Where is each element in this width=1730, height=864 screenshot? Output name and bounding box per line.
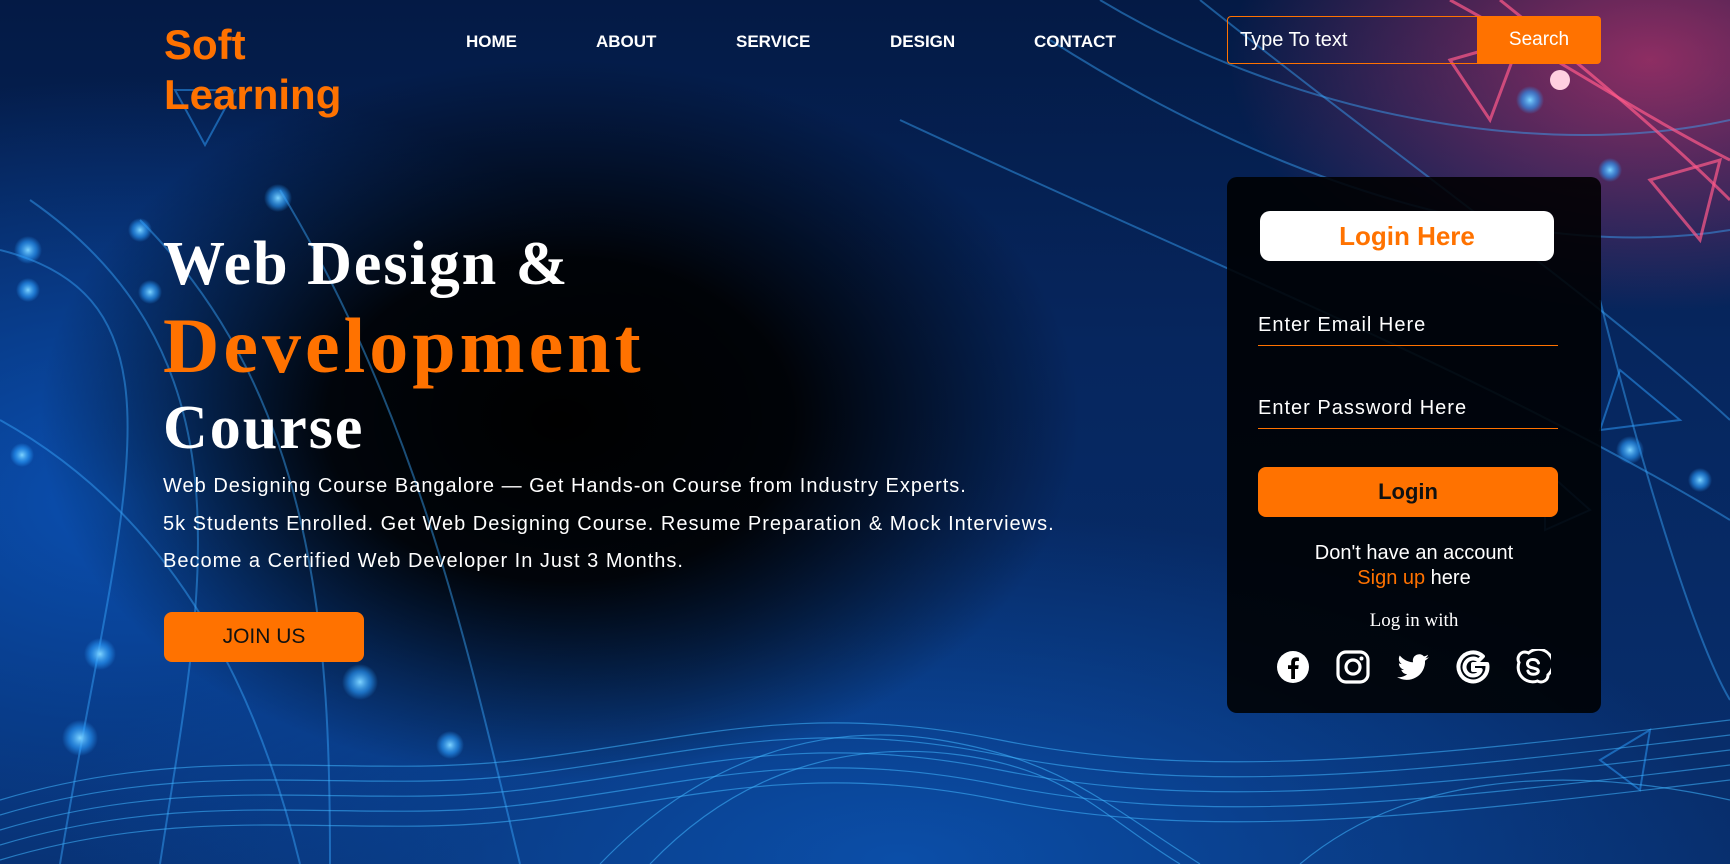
nav-about[interactable]: ABOUT: [596, 32, 656, 52]
search-button[interactable]: Search: [1477, 16, 1601, 64]
skype-icon[interactable]: [1515, 649, 1551, 685]
hero-title-line2: Development: [163, 302, 645, 389]
facebook-icon[interactable]: [1275, 649, 1311, 685]
search-bar: Search: [1227, 16, 1601, 64]
twitter-icon[interactable]: [1395, 649, 1431, 685]
login-card: Login Here Login Don't have an account S…: [1227, 177, 1601, 713]
hero-title-line1: Web Design &: [163, 230, 570, 298]
hero-description-line: Become a Certified Web Developer In Just…: [163, 550, 684, 572]
password-field[interactable]: [1258, 389, 1558, 429]
site-logo[interactable]: Soft Learning: [164, 20, 384, 120]
hero-description: Web Designing Course Bangalore — Get Han…: [163, 468, 1055, 581]
log-in-with-label: Log in with: [1369, 610, 1459, 631]
social-login-icons: [1275, 649, 1551, 685]
hero-description-line: 5k Students Enrolled. Get Web Designing …: [163, 512, 1055, 535]
hero-section: Web Design & Development Course Web Desi…: [163, 228, 1055, 581]
no-account-text: Don't have an account: [1314, 542, 1514, 564]
login-button[interactable]: Login: [1258, 467, 1558, 517]
nav-service[interactable]: SERVICE: [736, 32, 810, 52]
instagram-icon[interactable]: [1335, 649, 1371, 685]
signup-prompt: Don't have an account Sign up here: [1227, 541, 1601, 591]
hero-title-line3: Course: [163, 394, 365, 462]
hero-description-line: Web Designing Course Bangalore — Get Han…: [163, 475, 967, 497]
signup-link[interactable]: Sign up: [1357, 567, 1425, 589]
email-field[interactable]: [1258, 306, 1558, 346]
join-us-button[interactable]: JOIN US: [164, 612, 364, 662]
signup-line: Sign up here: [1227, 566, 1601, 591]
nav-home[interactable]: HOME: [466, 32, 517, 52]
search-input[interactable]: [1227, 16, 1477, 64]
google-icon[interactable]: [1455, 649, 1491, 685]
nav-contact[interactable]: CONTACT: [1034, 32, 1116, 52]
login-title: Login Here: [1260, 211, 1554, 261]
nav-design[interactable]: DESIGN: [890, 32, 955, 52]
signup-suffix: here: [1425, 567, 1471, 589]
